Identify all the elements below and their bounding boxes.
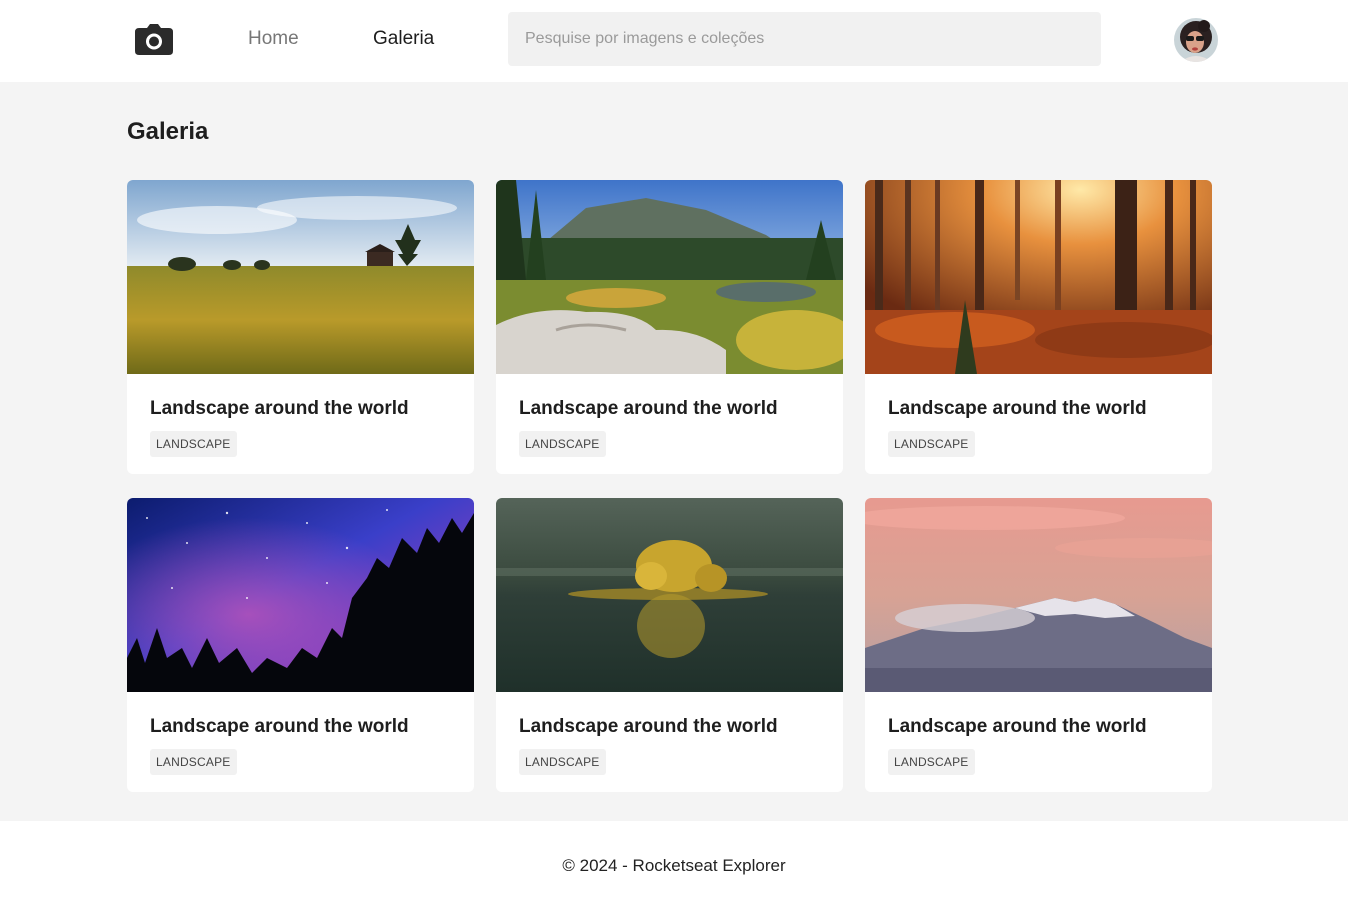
card-image-lake-island: [496, 498, 843, 692]
nav-home-link[interactable]: Home: [248, 28, 299, 50]
card-title: Landscape around the world: [150, 716, 409, 737]
card-title: Landscape around the world: [888, 398, 1147, 419]
gallery-card[interactable]: Landscape around the world LANDSCAPE: [496, 498, 843, 792]
top-navbar: Home Galeria: [0, 0, 1348, 82]
user-avatar[interactable]: [1174, 18, 1218, 62]
gallery-grid: Landscape around the world LANDSCAPE Lan…: [127, 180, 1212, 792]
gallery-card[interactable]: Landscape around the world LANDSCAPE: [865, 498, 1212, 792]
nav-galeria-link[interactable]: Galeria: [373, 28, 434, 50]
card-tag[interactable]: LANDSCAPE: [150, 749, 237, 775]
card-image-night-sky: [127, 498, 474, 692]
card-tag[interactable]: LANDSCAPE: [888, 431, 975, 457]
card-title: Landscape around the world: [519, 398, 778, 419]
gallery-card[interactable]: Landscape around the world LANDSCAPE: [496, 180, 843, 474]
camera-icon[interactable]: [134, 24, 174, 56]
card-title: Landscape around the world: [150, 398, 409, 419]
card-image-forest: [865, 180, 1212, 374]
gallery-card[interactable]: Landscape around the world LANDSCAPE: [865, 180, 1212, 474]
card-tag[interactable]: LANDSCAPE: [519, 431, 606, 457]
footer: © 2024 - Rocketseat Explorer: [0, 821, 1348, 905]
gallery-card[interactable]: Landscape around the world LANDSCAPE: [127, 498, 474, 792]
page-title: Galeria: [127, 118, 209, 145]
gallery-card[interactable]: Landscape around the world LANDSCAPE: [127, 180, 474, 474]
card-image-field: [127, 180, 474, 374]
card-title: Landscape around the world: [519, 716, 778, 737]
card-tag[interactable]: LANDSCAPE: [888, 749, 975, 775]
card-image-mountains: [865, 498, 1212, 692]
card-title: Landscape around the world: [888, 716, 1147, 737]
card-tag[interactable]: LANDSCAPE: [150, 431, 237, 457]
card-image-meadow: [496, 180, 843, 374]
search-input[interactable]: [508, 12, 1101, 66]
footer-copyright: © 2024 - Rocketseat Explorer: [562, 856, 786, 875]
card-tag[interactable]: LANDSCAPE: [519, 749, 606, 775]
